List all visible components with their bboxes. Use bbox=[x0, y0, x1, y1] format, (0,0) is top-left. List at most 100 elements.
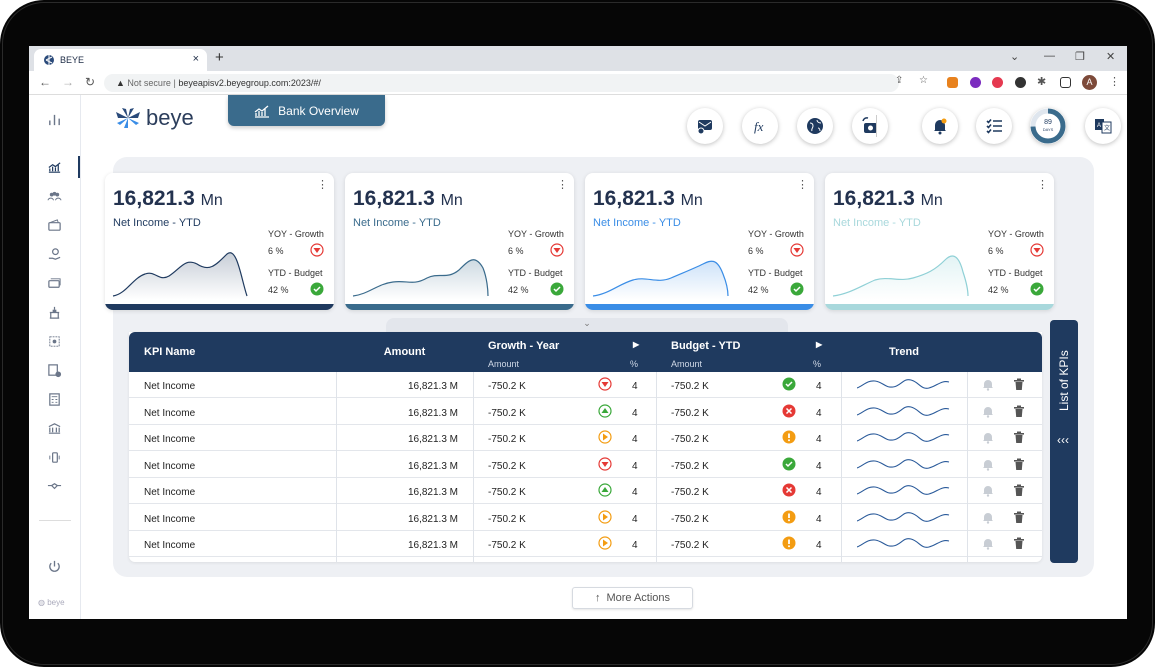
table-row[interactable]: Net Income 16,821.3 M -750.2 K 4 -750.2 … bbox=[129, 505, 1042, 531]
list-of-kpis-panel[interactable]: List of KPIs ‹‹‹ bbox=[1050, 320, 1078, 563]
share-icon[interactable]: ⇪ bbox=[895, 75, 903, 86]
trial-days-button[interactable]: 89 DAYS bbox=[1030, 108, 1066, 144]
sidebar-item-cards[interactable] bbox=[43, 272, 65, 294]
table-row[interactable]: Net Income 16,821.3 M -750.2 K 4 -750.2 … bbox=[129, 531, 1042, 557]
card-value-unit: Mn bbox=[440, 192, 463, 209]
bell-icon[interactable] bbox=[982, 378, 994, 391]
bank-overview-button[interactable]: Bank Overview bbox=[228, 95, 385, 126]
sidebar-item-institution[interactable] bbox=[43, 417, 65, 439]
trash-icon[interactable] bbox=[1013, 537, 1025, 550]
collapse-cards-toggle[interactable]: ⌄ bbox=[386, 318, 788, 332]
growth-expand-icon[interactable]: ▶ bbox=[633, 340, 639, 349]
trash-icon[interactable] bbox=[1013, 405, 1025, 418]
card-label: Net Income - YTD bbox=[353, 217, 441, 229]
expand-kpis-icon[interactable]: ‹‹‹ bbox=[1057, 433, 1069, 447]
sidebar-item-customers[interactable] bbox=[43, 185, 65, 207]
more-actions-label: More Actions bbox=[606, 592, 671, 604]
tasks-button[interactable] bbox=[976, 108, 1012, 144]
card-menu-icon[interactable]: ⋮ bbox=[1037, 178, 1048, 191]
trash-icon[interactable] bbox=[1013, 378, 1025, 391]
back-icon[interactable]: ← bbox=[39, 75, 51, 89]
side-panel-icon[interactable] bbox=[1060, 77, 1071, 88]
growth-amount-cell: -750.2 K bbox=[488, 381, 526, 392]
bell-icon[interactable] bbox=[982, 511, 994, 524]
extension-color-icon[interactable] bbox=[1015, 77, 1026, 88]
bell-icon[interactable] bbox=[982, 537, 994, 550]
sidebar-item-deposits[interactable] bbox=[43, 359, 65, 381]
bell-icon[interactable] bbox=[982, 458, 994, 471]
minimize-icon[interactable]: — bbox=[1044, 50, 1055, 62]
header-amount[interactable]: Amount bbox=[336, 332, 473, 372]
bell-icon[interactable] bbox=[982, 405, 994, 418]
bell-icon[interactable] bbox=[982, 431, 994, 444]
browser-tab[interactable]: BEYE × bbox=[34, 49, 207, 71]
forward-icon[interactable]: → bbox=[62, 75, 74, 89]
trend-sparkline bbox=[857, 538, 950, 548]
address-bar[interactable]: ▲ Not secure | beyeapisv2.beyegroup.com:… bbox=[104, 74, 899, 92]
growth-down-icon bbox=[598, 456, 612, 471]
kpi-card[interactable]: ⋮ 16,821.3 Mn Net Income - YTD YOY - Gro… bbox=[585, 173, 814, 310]
bookmark-star-icon[interactable]: ☆ bbox=[919, 75, 928, 86]
table-row[interactable]: Net Income 16,821.3 M -750.2 K 4 -750.2 … bbox=[129, 425, 1042, 451]
new-tab-button[interactable]: + bbox=[215, 49, 224, 66]
growth-right-icon bbox=[598, 430, 612, 444]
messages-button[interactable] bbox=[687, 108, 723, 144]
trash-icon[interactable] bbox=[1013, 484, 1025, 497]
card-menu-icon[interactable]: ⋮ bbox=[317, 178, 328, 191]
extensions-puzzle-icon[interactable]: ✱ bbox=[1037, 75, 1046, 88]
table-row[interactable]: Net Income 16,821.3 M -750.2 K 4 -750.2 … bbox=[129, 399, 1042, 425]
formula-button[interactable]: fx bbox=[742, 108, 778, 144]
table-row[interactable]: Net Income 16,821.3 M -750.2 K 4 -750.2 … bbox=[129, 452, 1042, 478]
logout-button[interactable] bbox=[43, 555, 65, 577]
kpi-card[interactable]: ⋮ 16,821.3 Mn Net Income - YTD YOY - Gro… bbox=[105, 173, 334, 310]
tab-search-icon[interactable]: ⌄ bbox=[1010, 50, 1019, 63]
sidebar-item-atm[interactable] bbox=[43, 330, 65, 352]
translate-button[interactable]: A文 bbox=[1085, 108, 1121, 144]
sidebar-item-branches[interactable] bbox=[43, 301, 65, 323]
snapshot-button[interactable] bbox=[852, 108, 888, 144]
sidebar-item-calculator[interactable] bbox=[43, 388, 65, 410]
table-row[interactable]: Net Income 16,821.3 M -750.2 K 4 -750.2 … bbox=[129, 372, 1042, 398]
sidebar-item-mobile[interactable] bbox=[43, 446, 65, 468]
header-growth-year[interactable]: Growth - Year ▶ Amount % bbox=[473, 332, 656, 372]
yoy-value: 6 % bbox=[988, 246, 1004, 256]
close-tab-icon[interactable]: × bbox=[193, 53, 199, 65]
trash-icon[interactable] bbox=[1013, 511, 1025, 524]
globe-button[interactable] bbox=[797, 108, 833, 144]
bell-icon[interactable] bbox=[982, 484, 994, 497]
sidebar-item-bank-overview[interactable] bbox=[43, 156, 65, 178]
card-menu-icon[interactable]: ⋮ bbox=[557, 178, 568, 191]
sidebar-item-loans[interactable] bbox=[43, 243, 65, 265]
table-row[interactable]: Net Income 16,821.3 M -750.2 K 4 -750.2 … bbox=[129, 478, 1042, 504]
browser-menu-icon[interactable]: ⋮ bbox=[1109, 75, 1120, 88]
notifications-button[interactable] bbox=[922, 108, 958, 144]
header-trend[interactable]: Trend bbox=[841, 332, 967, 372]
extension-red-icon[interactable] bbox=[992, 77, 1003, 88]
kpi-name-cell: Net Income bbox=[144, 460, 196, 472]
yoy-label: YOY - Growth bbox=[748, 229, 804, 239]
header-kpi-name[interactable]: KPI Name bbox=[129, 332, 336, 372]
kpi-card[interactable]: ⋮ 16,821.3 Mn Net Income - YTD YOY - Gro… bbox=[825, 173, 1054, 310]
kpi-card[interactable]: ⋮ 16,821.3 Mn Net Income - YTD YOY - Gro… bbox=[345, 173, 574, 310]
trial-days-unit: DAYS bbox=[1042, 127, 1054, 132]
extension-purple-icon[interactable] bbox=[970, 77, 981, 88]
sidebar-item-wallet[interactable] bbox=[43, 214, 65, 236]
warning-circle-icon bbox=[782, 536, 796, 550]
growth-up-icon bbox=[598, 403, 612, 418]
restore-icon[interactable]: ❐ bbox=[1075, 50, 1085, 63]
profile-avatar[interactable]: A bbox=[1082, 75, 1097, 90]
trend-sparkline bbox=[857, 485, 950, 495]
sidebar-item-partners[interactable] bbox=[43, 475, 65, 497]
budget-expand-icon[interactable]: ▶ bbox=[816, 340, 822, 349]
extension-fox-icon[interactable] bbox=[947, 77, 958, 88]
close-window-icon[interactable]: ✕ bbox=[1106, 50, 1115, 63]
beye-favicon-icon bbox=[44, 55, 54, 65]
header-budget-ytd[interactable]: Budget - YTD ▶ Amount % bbox=[656, 332, 841, 372]
more-actions-button[interactable]: ↑ More Actions bbox=[572, 587, 693, 609]
growth-pct-cell: 4 bbox=[632, 487, 638, 498]
trash-icon[interactable] bbox=[1013, 431, 1025, 444]
trash-icon[interactable] bbox=[1013, 458, 1025, 471]
card-menu-icon[interactable]: ⋮ bbox=[797, 178, 808, 191]
sidebar-item-analytics[interactable] bbox=[43, 108, 65, 130]
reload-icon[interactable]: ↻ bbox=[85, 75, 95, 89]
